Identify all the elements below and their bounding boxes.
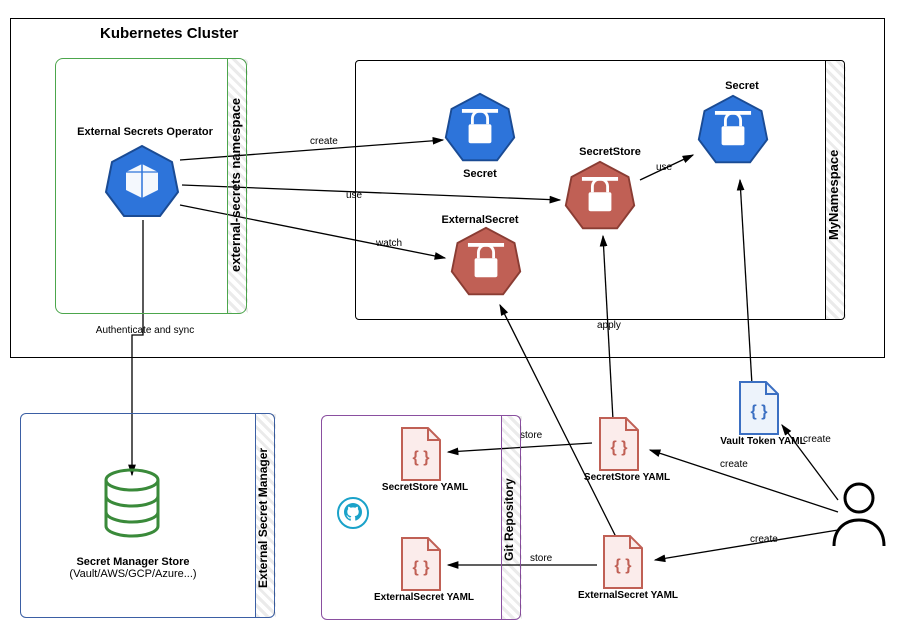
esm-store-line2: (Vault/AWS/GCP/Azure...) [69,568,196,580]
edge-label-create-ss: create [720,459,748,470]
secret-label-2: Secret [712,80,772,92]
auth-sync-label: Authenticate and sync [80,325,210,336]
svg-text:{ }: { } [611,439,628,456]
esm-store-line1: Secret Manager Store [76,556,189,568]
user-externalsecret-yaml-icon: { } [600,534,646,590]
user-secretstore-yaml-icon: { } [596,416,642,472]
vault-token-yaml-icon: { } [736,380,782,436]
git-externalsecret-yaml-label: ExternalSecret YAML [364,592,484,603]
secret-manager-db-icon [102,468,162,553]
eso-operator-icon [102,142,182,222]
secretstore-icon [562,158,638,234]
my-namespace-label: MyNamespace [826,120,841,270]
secret-icon-2 [695,92,771,168]
kubernetes-cluster-title: Kubernetes Cluster [100,25,238,42]
svg-text:{ }: { } [615,557,632,574]
esm-store-label: Secret Manager Store (Vault/AWS/GCP/Azur… [48,556,218,580]
svg-text:{ }: { } [413,559,430,576]
git-externalsecret-yaml-icon: { } [398,536,444,592]
svg-text:{ }: { } [751,403,768,420]
externalsecret-icon [448,224,524,300]
svg-text:{ }: { } [413,449,430,466]
user-externalsecret-yaml-label: ExternalSecret YAML [568,590,688,601]
eso-namespace-label: external-secrets namespace [228,70,243,300]
edge-label-store2: store [530,553,552,564]
github-icon [336,496,370,535]
git-secretstore-yaml-label: SecretStore YAML [370,482,480,493]
secret-label-1: Secret [450,168,510,180]
vault-token-yaml-label: Vault Token YAML [708,436,818,447]
secret-icon-1 [442,90,518,166]
esm-container-label: External Secret Manager [256,425,270,610]
user-icon [830,480,888,555]
git-repo-label: Git Repository [502,440,516,600]
eso-title: External Secrets Operator [65,126,225,138]
externalsecret-label: ExternalSecret [430,214,530,226]
secretstore-label: SecretStore [570,146,650,158]
git-secretstore-yaml-icon: { } [398,426,444,482]
edge-label-store1: store [520,430,542,441]
user-secretstore-yaml-label: SecretStore YAML [572,472,682,483]
edge-label-create-es: create [750,534,778,545]
